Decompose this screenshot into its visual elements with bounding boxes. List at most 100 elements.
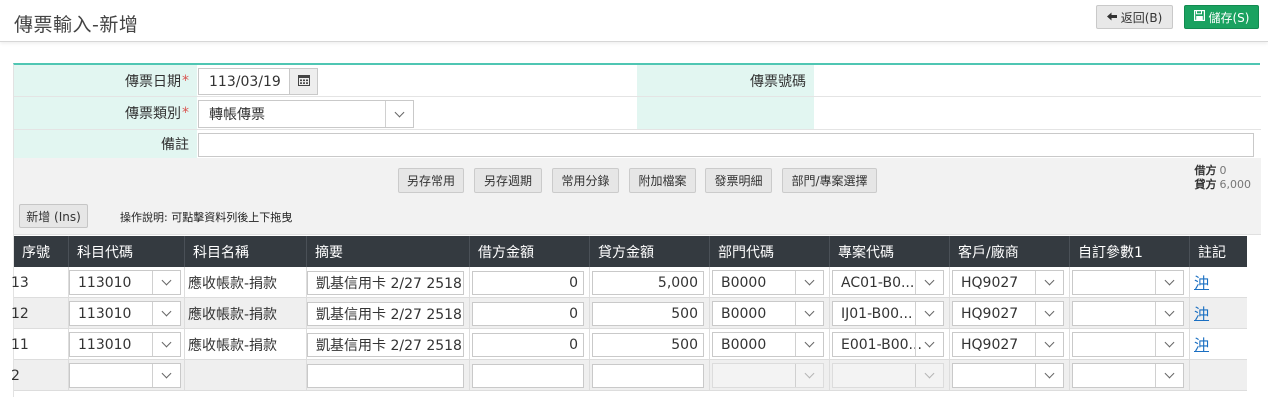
customer-select[interactable]: HQ9027 [952, 301, 1064, 326]
debit-value: 0 [569, 275, 578, 291]
param1-cell [1070, 298, 1190, 329]
debit-value: 0 [569, 337, 578, 353]
date-input[interactable]: 113/03/19 [198, 68, 290, 95]
account-code-cell: 113010 [69, 267, 185, 298]
table-row[interactable]: 13 113010 應收帳款-捐款 凱基信用卡 2/27 251850 0 5,… [11, 267, 1247, 298]
customer-value: HQ9027 [961, 274, 1019, 291]
project-select[interactable]: AC01-B0... [832, 270, 944, 295]
offset-link[interactable]: 沖 [1194, 272, 1209, 293]
summary-input[interactable]: 凱基信用卡 2/27 251850 [307, 333, 464, 357]
debit-input[interactable]: 0 [472, 271, 584, 295]
account-name-value: 應收帳款-捐款 [188, 337, 278, 354]
param1-select[interactable] [1072, 363, 1184, 388]
table-row[interactable]: 11 113010 應收帳款-捐款 凱基信用卡 2/27 251850 0 50… [11, 329, 1247, 360]
col-debit: 借方金額 [470, 236, 590, 267]
common-entries-button[interactable]: 常用分錄 [552, 168, 619, 193]
account-code-select[interactable]: 113010 [69, 270, 181, 295]
account-code-select[interactable]: 113010 [69, 301, 181, 326]
back-button-label: 返回(B) [1120, 10, 1163, 25]
mark-cell: 沖 [1190, 298, 1247, 329]
param1-select[interactable] [1072, 301, 1184, 326]
param1-select[interactable] [1072, 270, 1184, 295]
chevron-down-icon [795, 302, 823, 325]
account-code-value: 113010 [78, 305, 132, 322]
customer-select[interactable] [952, 363, 1064, 388]
col-project: 專案代碼 [830, 236, 950, 267]
credit-input[interactable]: 500 [592, 302, 704, 326]
chevron-down-icon [915, 302, 943, 325]
debit-input[interactable] [472, 364, 584, 388]
account-code-select[interactable] [69, 363, 181, 388]
save-as-periodic-button[interactable]: 另存週期 [474, 168, 542, 193]
table-row[interactable]: 2 [11, 360, 1247, 391]
type-label: 傳票類別 * [14, 97, 197, 129]
chevron-down-icon [915, 333, 943, 356]
calendar-button[interactable] [289, 68, 318, 95]
debit-input[interactable]: 0 [472, 333, 584, 357]
attach-file-button[interactable]: 附加檔案 [629, 168, 696, 193]
summary-input[interactable]: 凱基信用卡 2/27 251850 [307, 271, 464, 295]
project-select[interactable]: IJ01-B00... [832, 301, 944, 326]
save-as-common-button[interactable]: 另存常用 [398, 168, 464, 193]
summary-input[interactable] [307, 364, 464, 388]
debit-total-label: 借方 [1194, 164, 1217, 177]
invoice-detail-button[interactable]: 發票明細 [705, 168, 772, 193]
project-value: IJ01-B00... [841, 305, 913, 322]
credit-total-value: 6,000 [1219, 178, 1252, 191]
account-code-cell: 113010 [69, 298, 185, 329]
account-name-value: 應收帳款-捐款 [188, 306, 278, 323]
customer-select[interactable]: HQ9027 [952, 270, 1064, 295]
customer-select[interactable]: HQ9027 [952, 332, 1064, 357]
save-button[interactable]: 儲存(S) [1184, 5, 1259, 29]
seq-cell: 11 [11, 329, 69, 360]
table-row[interactable]: 12 113010 應收帳款-捐款 凱基信用卡 2/27 251850 0 50… [11, 298, 1247, 329]
toolbar: 另存常用 另存週期 常用分錄 附加檔案 發票明細 部門/專案選擇 借方 0 貸方 6… [14, 158, 1261, 235]
dept-project-select-button[interactable]: 部門/專案選擇 [782, 168, 877, 193]
credit-value: 500 [671, 337, 698, 353]
account-code-value: 113010 [78, 336, 132, 353]
chevron-down-icon [795, 271, 823, 294]
mark-cell: 沖 [1190, 329, 1247, 360]
seq-cell: 12 [11, 298, 69, 329]
customer-cell: HQ9027 [950, 298, 1070, 329]
project-cell: E001-B00... [830, 329, 950, 360]
credit-input[interactable]: 500 [592, 333, 704, 357]
dept-value: B0000 [721, 336, 767, 353]
offset-link[interactable]: 沖 [1194, 303, 1209, 324]
param1-select[interactable] [1072, 332, 1184, 357]
voucher-number-label: 傳票號碼 [637, 65, 814, 96]
voucher-type-select[interactable]: 轉帳傳票 [198, 100, 414, 128]
form-row-note: 備註 [14, 130, 1261, 158]
dept-select[interactable]: B0000 [712, 301, 824, 326]
add-row-button[interactable]: 新增 (Ins) [19, 204, 88, 228]
debit-cell: 0 [470, 329, 590, 360]
summary-value: 凱基信用卡 2/27 251850 [316, 276, 464, 292]
summary-input[interactable]: 凱基信用卡 2/27 251850 [307, 302, 464, 326]
offset-link[interactable]: 沖 [1194, 334, 1209, 355]
project-cell: AC01-B0... [830, 267, 950, 298]
credit-cell: 500 [590, 298, 710, 329]
note-input[interactable] [198, 133, 1254, 157]
chevron-down-icon [152, 333, 180, 356]
col-param1: 自訂參數1 [1070, 236, 1190, 267]
customer-cell [950, 360, 1070, 391]
back-button[interactable]: 返回(B) [1096, 5, 1173, 29]
credit-input[interactable] [592, 364, 704, 388]
credit-input[interactable]: 5,000 [592, 271, 704, 295]
seq-cell: 13 [11, 267, 69, 298]
dept-select[interactable]: B0000 [712, 270, 824, 295]
account-code-select[interactable]: 113010 [69, 332, 181, 357]
chevron-down-icon [1155, 271, 1183, 294]
required-mark: * [182, 105, 189, 121]
project-select[interactable] [832, 363, 944, 388]
debit-input[interactable]: 0 [472, 302, 584, 326]
debit-cell [470, 360, 590, 391]
dept-select[interactable] [712, 363, 824, 388]
debit-cell: 0 [470, 298, 590, 329]
project-cell [830, 360, 950, 391]
dept-select[interactable]: B0000 [712, 332, 824, 357]
seq-value: 13 [11, 274, 29, 291]
project-select[interactable]: E001-B00... [832, 332, 944, 357]
summary-cell: 凱基信用卡 2/27 251850 [307, 329, 470, 360]
account-code-cell: 113010 [69, 329, 185, 360]
